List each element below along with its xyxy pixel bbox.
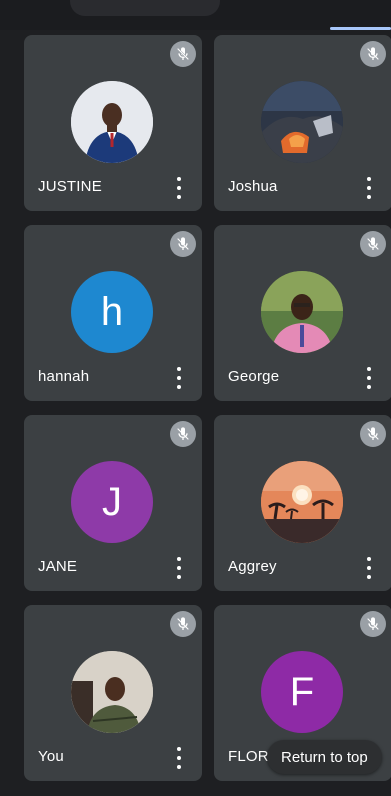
avatar-photo [261, 271, 343, 353]
more-vert-icon[interactable] [366, 557, 372, 579]
avatar-letter: h [71, 271, 153, 353]
mic-off-icon [170, 41, 196, 67]
avatar-letter-text: J [102, 479, 122, 524]
mic-off-icon [170, 421, 196, 447]
avatar-letter-text: h [100, 289, 124, 334]
return-to-top-button[interactable]: Return to top [267, 740, 382, 774]
participant-tile-jane[interactable]: J JANE [24, 415, 202, 591]
participant-tile-justine[interactable]: JUSTINE [24, 35, 202, 211]
participant-tile-george[interactable]: George [214, 225, 391, 401]
mic-off-icon [170, 611, 196, 637]
more-vert-icon[interactable] [366, 367, 372, 389]
participant-name: JANE [38, 558, 78, 575]
participant-name: FLOR [228, 748, 269, 765]
avatar-letter: J [71, 461, 153, 543]
avatar-photo [261, 461, 343, 543]
more-vert-icon[interactable] [176, 747, 182, 769]
more-vert-icon[interactable] [176, 557, 182, 579]
mic-off-icon [170, 231, 196, 257]
participant-name: You [38, 748, 64, 765]
participant-name: Joshua [228, 178, 278, 195]
mic-off-icon [360, 41, 386, 67]
top-pill [70, 0, 220, 16]
avatar-letter: F [261, 651, 343, 733]
top-bar [0, 0, 391, 30]
participant-grid: JUSTINE Joshua h hannah George J JANE Ag… [0, 30, 391, 796]
participant-tile-you[interactable]: You [24, 605, 202, 781]
mic-off-icon [360, 421, 386, 447]
more-vert-icon[interactable] [366, 177, 372, 199]
mic-off-icon [360, 231, 386, 257]
participant-tile-aggrey[interactable]: Aggrey [214, 415, 391, 591]
participant-name: JUSTINE [38, 178, 102, 195]
avatar-photo [261, 81, 343, 163]
avatar-photo [71, 651, 153, 733]
avatar-photo [71, 81, 153, 163]
participant-name: hannah [38, 368, 90, 385]
participant-name: George [228, 368, 280, 385]
more-vert-icon[interactable] [176, 367, 182, 389]
avatar-letter-text: F [289, 669, 315, 714]
participant-name: Aggrey [228, 558, 277, 575]
mic-off-icon [360, 611, 386, 637]
participant-tile-joshua[interactable]: Joshua [214, 35, 391, 211]
more-vert-icon[interactable] [176, 177, 182, 199]
participant-tile-hannah[interactable]: h hannah [24, 225, 202, 401]
